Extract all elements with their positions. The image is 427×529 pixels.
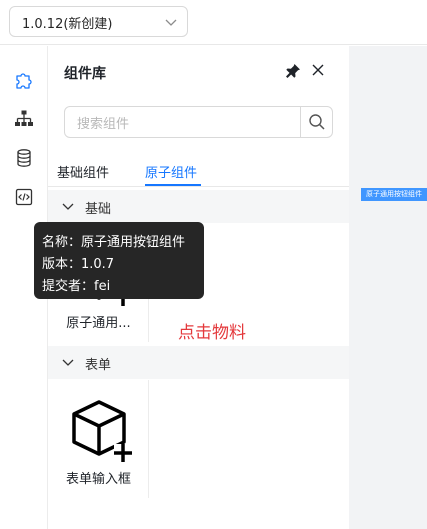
search-button[interactable] <box>300 107 332 137</box>
chevron-down-icon <box>62 359 74 366</box>
chevron-down-icon <box>165 19 177 26</box>
cube-add-icon <box>72 400 132 462</box>
annotation-hint: 点击物料 <box>178 323 246 343</box>
chevron-down-icon <box>62 203 74 210</box>
component-card[interactable]: 表单输入框 <box>48 380 149 498</box>
puzzle-icon[interactable] <box>14 70 34 90</box>
close-icon[interactable] <box>310 62 326 78</box>
component-tooltip: 名称：原子通用按钮组件 版本：1.0.7 提交者：fei <box>34 222 204 299</box>
tab-basic-components[interactable]: 基础组件 <box>57 162 109 181</box>
version-select-value: 1.0.12(新创建) <box>22 17 113 32</box>
tabs-divider <box>48 186 349 187</box>
tooltip-name: 名称：原子通用按钮组件 <box>42 235 186 250</box>
pin-icon[interactable] <box>284 62 302 80</box>
search-icon <box>309 114 325 130</box>
sitemap-icon[interactable] <box>14 109 34 129</box>
code-file-icon[interactable] <box>14 187 34 207</box>
group-header-basic[interactable]: 基础 <box>48 190 349 223</box>
search-component: 搜索组件 <box>64 106 333 138</box>
tab-atomic-components[interactable]: 原子组件 <box>145 162 197 181</box>
group-header-form[interactable]: 表单 <box>48 346 349 379</box>
group-label: 基础 <box>85 202 112 217</box>
component-card-name: 表单输入框 <box>65 472 131 487</box>
search-input[interactable]: 搜索组件 <box>77 113 129 132</box>
tooltip-author: 提交者：fei <box>42 279 111 294</box>
design-canvas[interactable]: 原子通用按钮组件 <box>349 46 427 529</box>
group-label: 表单 <box>85 358 112 373</box>
component-card-name: 原子通用... <box>66 316 131 331</box>
database-icon[interactable] <box>14 148 34 168</box>
version-select[interactable]: 1.0.12(新创建) <box>9 6 188 37</box>
top-bar: 1.0.12(新创建) <box>0 0 427 45</box>
dropped-component-tag[interactable]: 原子通用按钮组件 <box>361 188 427 201</box>
panel-title: 组件库 <box>64 66 106 82</box>
tooltip-version: 版本：1.0.7 <box>42 257 115 272</box>
